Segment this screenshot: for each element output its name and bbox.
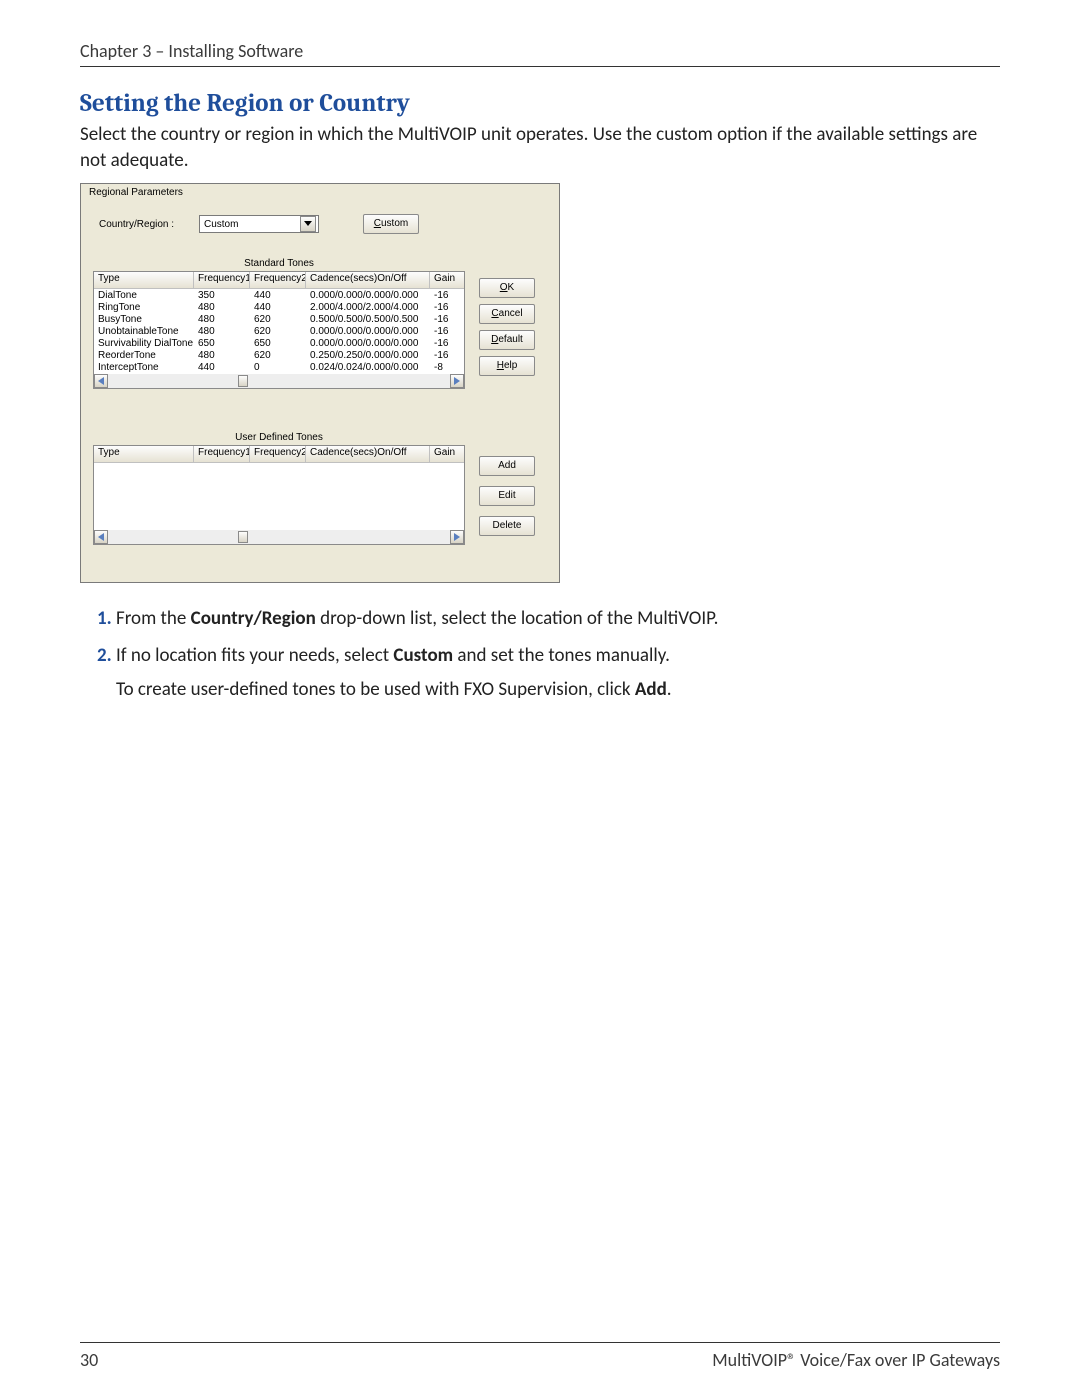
- standard-tones-header[interactable]: Type Frequency1 Frequency2 Cadence(secs)…: [94, 272, 464, 289]
- user-defined-tones-label: User Defined Tones: [93, 432, 465, 443]
- regional-parameters-dialog: Regional Parameters Country/Region : Cus…: [80, 183, 560, 583]
- edit-button[interactable]: Edit: [479, 486, 535, 506]
- table-row[interactable]: InterceptTone44000.024/0.024/0.000/0.000…: [94, 362, 464, 374]
- standard-tones-hscroll[interactable]: [94, 374, 464, 388]
- chevron-down-icon[interactable]: [300, 216, 316, 232]
- scroll-thumb[interactable]: [238, 531, 248, 543]
- cancel-button[interactable]: Cancel: [479, 304, 535, 324]
- instruction-step-2: If no location fits your needs, select C…: [116, 642, 1000, 705]
- header-rule: [80, 66, 1000, 67]
- scroll-left-icon[interactable]: [94, 530, 108, 544]
- table-row[interactable]: BusyTone4806200.500/0.500/0.500/0.500-16: [94, 314, 464, 326]
- add-button[interactable]: Add: [479, 456, 535, 476]
- country-region-value: Custom: [204, 219, 238, 230]
- instructions-list: From the Country/Region drop-down list, …: [80, 605, 1000, 705]
- default-button[interactable]: Default: [479, 330, 535, 350]
- table-row[interactable]: DialTone3504400.000/0.000/0.000/0.000-16: [94, 290, 464, 302]
- user-defined-tones-hscroll[interactable]: [94, 530, 464, 544]
- ok-button[interactable]: OK: [479, 278, 535, 298]
- col-type[interactable]: Type: [94, 272, 194, 288]
- col-frequency2[interactable]: Frequency2: [250, 446, 306, 462]
- table-row[interactable]: UnobtainableTone4806200.000/0.000/0.000/…: [94, 326, 464, 338]
- custom-button[interactable]: Custom: [363, 214, 419, 234]
- col-frequency2[interactable]: Frequency2: [250, 272, 306, 288]
- col-frequency1[interactable]: Frequency1: [194, 272, 250, 288]
- standard-tones-label: Standard Tones: [93, 258, 465, 269]
- col-cadence[interactable]: Cadence(secs)On/Off: [306, 446, 430, 462]
- instruction-step-1: From the Country/Region drop-down list, …: [116, 605, 1000, 634]
- fieldset-label: Regional Parameters: [89, 187, 183, 198]
- standard-tones-list[interactable]: Type Frequency1 Frequency2 Cadence(secs)…: [93, 271, 465, 389]
- scroll-thumb[interactable]: [238, 375, 248, 387]
- delete-button[interactable]: Delete: [479, 516, 535, 536]
- col-frequency1[interactable]: Frequency1: [194, 446, 250, 462]
- section-title: Setting the Region or Country: [80, 89, 1000, 118]
- chapter-header: Chapter 3 – Installing Software: [80, 40, 1000, 62]
- table-row[interactable]: ReorderTone4806200.250/0.250/0.000/0.000…: [94, 350, 464, 362]
- section-intro: Select the country or region in which th…: [80, 122, 1000, 173]
- product-name: MultiVOIP® Voice/Fax over IP Gateways: [712, 1349, 1000, 1371]
- country-region-dropdown[interactable]: Custom: [199, 215, 319, 233]
- page-number: 30: [80, 1349, 98, 1371]
- scroll-left-icon[interactable]: [94, 374, 108, 388]
- col-cadence[interactable]: Cadence(secs)On/Off: [306, 272, 430, 288]
- table-row[interactable]: Survivability DialTone6506500.000/0.000/…: [94, 338, 464, 350]
- user-defined-tones-header[interactable]: Type Frequency1 Frequency2 Cadence(secs)…: [94, 446, 464, 463]
- help-button[interactable]: Help: [479, 356, 535, 376]
- country-region-label: Country/Region :: [99, 219, 191, 230]
- col-gain[interactable]: Gain: [430, 446, 460, 462]
- scroll-right-icon[interactable]: [450, 374, 464, 388]
- col-gain[interactable]: Gain: [430, 272, 460, 288]
- col-type[interactable]: Type: [94, 446, 194, 462]
- user-defined-tones-list[interactable]: Type Frequency1 Frequency2 Cadence(secs)…: [93, 445, 465, 545]
- footer-rule: [80, 1342, 1000, 1343]
- table-row[interactable]: RingTone4804402.000/4.000/2.000/4.000-16: [94, 302, 464, 314]
- scroll-right-icon[interactable]: [450, 530, 464, 544]
